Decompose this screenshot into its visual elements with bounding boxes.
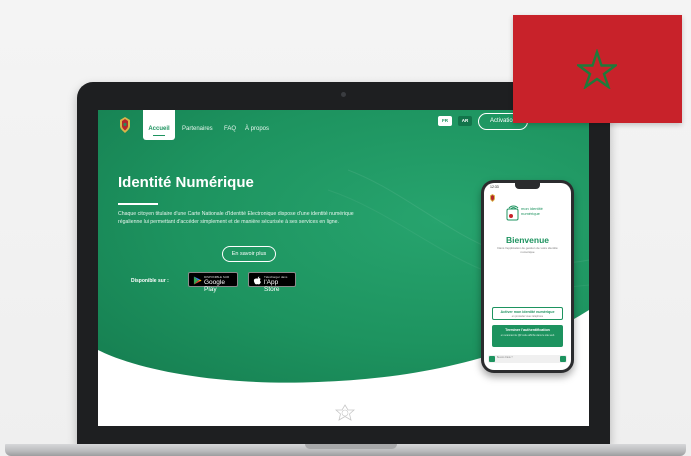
learn-more-button[interactable]: En savoir plus [222,246,276,262]
app-store-label: l'App Store [264,278,280,293]
phone-logo-text: mon identité numérique [521,206,543,216]
app-store-badge[interactable]: Télécharger dans l'App Store [248,272,296,293]
phone-next-icon [560,356,566,362]
laptop-screen: Accueil Partenaires FAQ À propos FR AR A… [98,110,589,426]
phone-mockup: 12:33 mon identité numérique Bienvenue D… [481,180,574,373]
ornament-icon [335,404,355,421]
google-play-label: Google Play [204,278,225,293]
phone-help-bar[interactable]: Besoin d'aide ? [488,355,567,363]
available-on-label: Disponible sur : [131,278,169,284]
star-icon [577,49,617,89]
phone-finish-title: Terminer l'authentification [505,328,550,332]
phone-notch [515,183,540,189]
webcam [341,92,346,97]
royal-crest-icon[interactable] [118,117,132,133]
hero-description: Chaque citoyen titulaire d'une Carte Nat… [118,211,354,225]
phone-activate-button[interactable]: Activer mon identité numérique en procéd… [492,307,563,320]
nav-home-label: Accueil [148,126,170,132]
phone-time: 12:33 [490,184,499,189]
google-play-icon [193,276,202,285]
nav-active-indicator [153,135,165,136]
laptop-lid: Accueil Partenaires FAQ À propos FR AR A… [77,82,610,444]
nav-item-home[interactable]: Accueil [143,110,175,140]
phone-screen: 12:33 mon identité numérique Bienvenue D… [484,183,571,370]
id-logo-icon [506,205,519,221]
phone-help-icon [489,356,495,362]
nav-item-faq[interactable]: FAQ [224,126,236,132]
google-play-badge[interactable]: DISPONIBLE SUR Google Play [188,272,238,293]
hero-title: Identité Numérique [118,174,254,191]
lang-ar-button[interactable]: AR [458,116,472,126]
phone-subtitle: Dans l'application de gestion de votre i… [497,246,558,254]
title-underline [118,203,158,205]
laptop-base [5,444,686,456]
phone-crest-icon [490,194,495,202]
nav-item-about[interactable]: À propos [245,126,269,132]
apple-icon [253,276,261,285]
laptop-opening-groove [305,444,397,449]
phone-finish-button[interactable]: Terminer l'authentification en scannant … [492,325,563,347]
phone-activate-sub: en procédez avec téléphone [511,315,544,318]
phone-finish-sub: en scannant le QR code affiché dans le s… [500,334,555,337]
phone-activate-title: Activer mon identité numérique [500,310,555,314]
morocco-flag [513,15,682,123]
lang-fr-button[interactable]: FR [438,116,452,126]
phone-welcome: Bienvenue [506,235,549,245]
phone-help-text: Besoin d'aide ? [497,357,513,360]
nav-item-partners[interactable]: Partenaires [182,126,213,132]
